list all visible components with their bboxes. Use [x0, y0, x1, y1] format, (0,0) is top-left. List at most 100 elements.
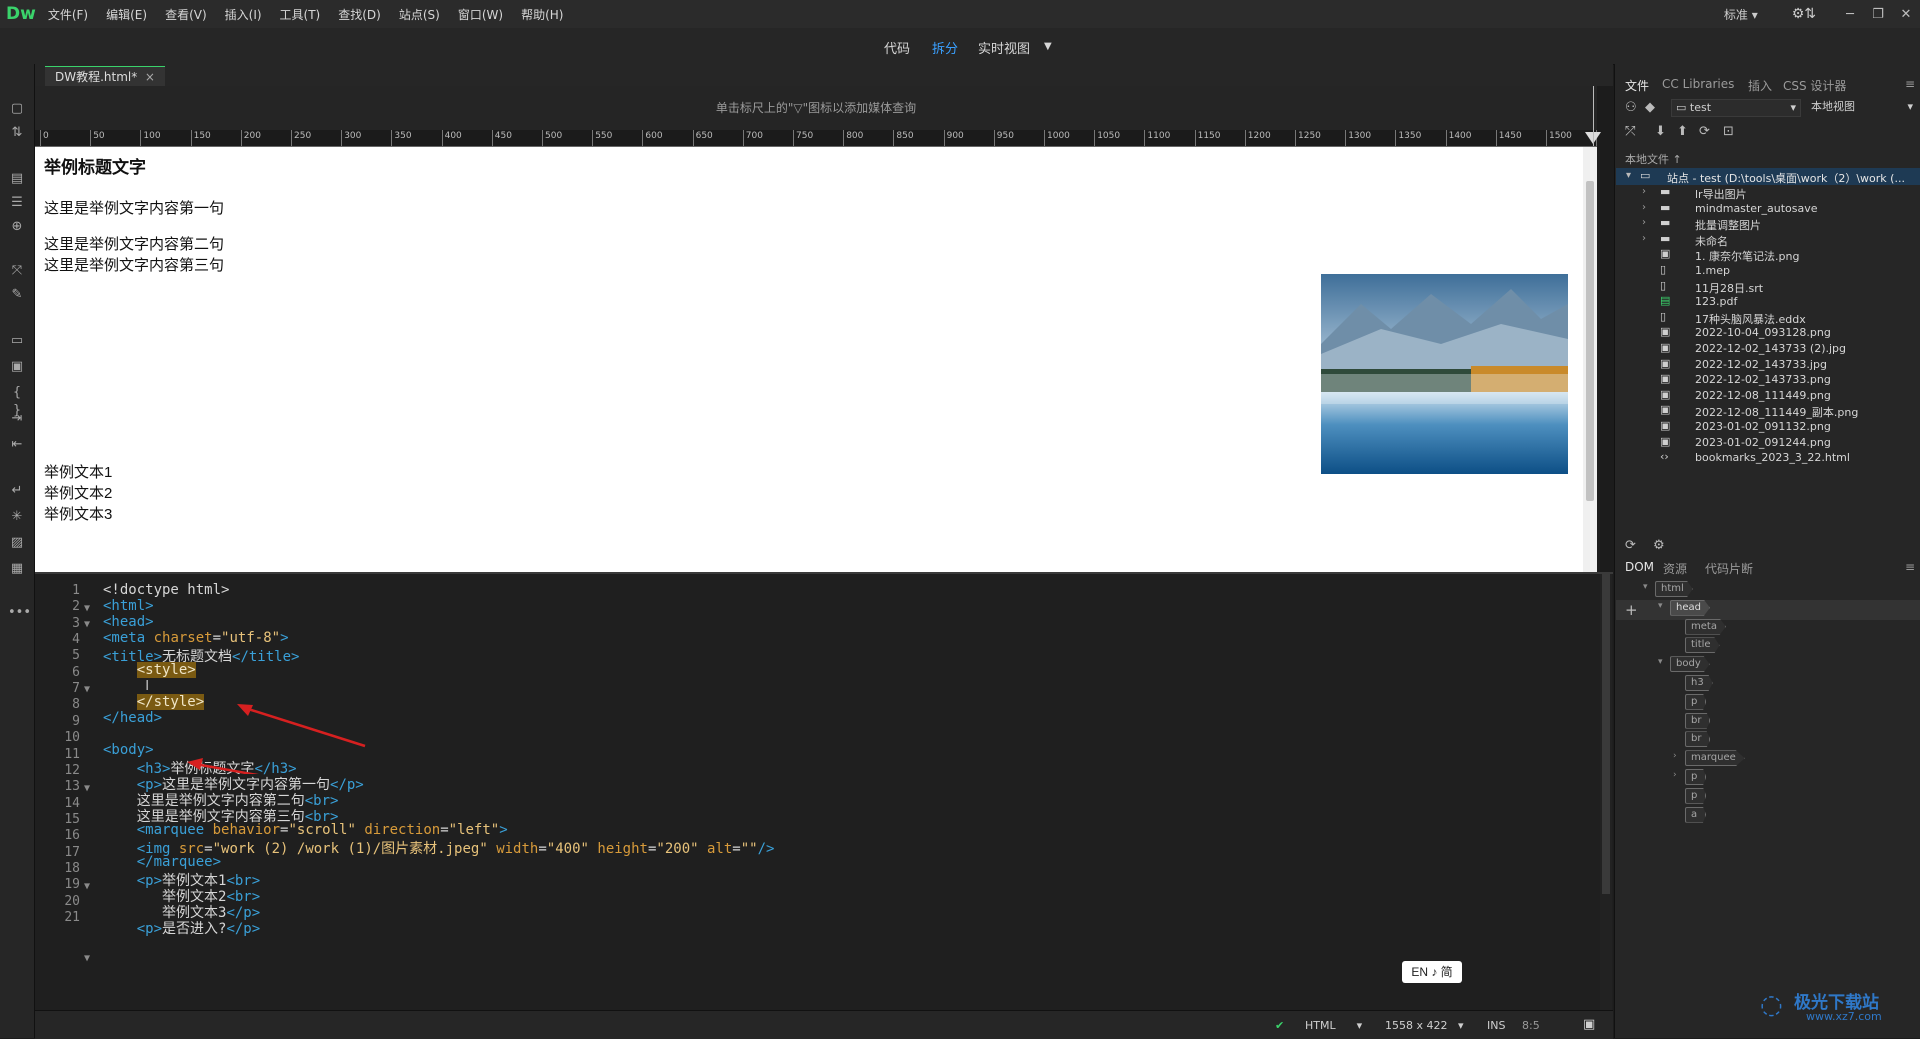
view-select[interactable]: 本地视图 ▾: [1811, 99, 1919, 115]
document-tab[interactable]: DW教程.html* ×: [45, 66, 165, 87]
sparkle-icon[interactable]: ✳: [8, 508, 26, 526]
git-icon[interactable]: ◆: [1645, 100, 1655, 115]
braces-icon[interactable]: { }: [8, 384, 26, 418]
server-icon[interactable]: ⚇: [1625, 100, 1637, 115]
site-select[interactable]: ▭ test ▾: [1671, 99, 1801, 117]
chevron-right-icon[interactable]: ›: [1642, 186, 1646, 197]
format-icon[interactable]: ☰: [8, 194, 26, 212]
log-icon[interactable]: ⚙: [1653, 538, 1665, 553]
file-list-item[interactable]: ▣ 2023-01-02_091244.png: [1615, 435, 1920, 451]
menu-view[interactable]: 查看(V): [165, 6, 207, 23]
chevron-down-icon[interactable]: ▾: [1626, 170, 1631, 181]
fold-arrow-icon[interactable]: ▼: [84, 953, 90, 964]
document-type-select[interactable]: HTML ▾: [1305, 1019, 1362, 1032]
file-list-item[interactable]: › ▬ 未命名: [1615, 232, 1920, 248]
landscape-image[interactable]: [1321, 274, 1568, 474]
file-list-item[interactable]: › ▬ mindmaster_autosave: [1615, 201, 1920, 217]
fold-arrow-icon[interactable]: ▼: [84, 881, 90, 892]
settings-icon[interactable]: ⚙⇅: [1792, 6, 1816, 22]
document-icon[interactable]: ▤: [8, 170, 26, 188]
ime-indicator[interactable]: EN ♪ 简: [1402, 961, 1462, 983]
code-scrollbar[interactable]: [1600, 574, 1612, 1010]
menu-edit[interactable]: 编辑(E): [106, 6, 147, 23]
menu-help[interactable]: 帮助(H): [521, 6, 563, 23]
site-root-row[interactable]: ▾ ▭ 站点 - test (D:\tools\桌面\work（2）\work …: [1616, 168, 1920, 185]
expand-icon[interactable]: ⊡: [1723, 124, 1734, 139]
chevron-down-icon[interactable]: ▾: [1658, 657, 1663, 667]
file-list-item[interactable]: ▣ 2022-12-02_143733 (2).jpg: [1615, 342, 1920, 357]
file-list-item[interactable]: › ▬ lr导出图片: [1615, 186, 1920, 202]
menu-insert[interactable]: 插入(I): [225, 6, 262, 23]
code-view-button[interactable]: 代码: [884, 38, 910, 57]
dom-node[interactable]: a: [1685, 806, 1707, 823]
preview-icon[interactable]: ▨: [8, 534, 26, 552]
file-list-item[interactable]: ▤ 123.pdf: [1615, 295, 1920, 310]
file-list-item[interactable]: ▣ 2022-12-08_111449_副本.png: [1615, 404, 1920, 420]
close-icon[interactable]: ✕: [1892, 7, 1920, 22]
design-scrollbar[interactable]: [1583, 147, 1597, 572]
dom-node[interactable]: br: [1685, 731, 1711, 748]
file-transfer-icon[interactable]: ⇅: [8, 124, 26, 142]
close-tab-icon[interactable]: ×: [145, 70, 155, 84]
design-view[interactable]: 举例标题文字 这里是举例文字内容第一句 这里是举例文字内容第二句 这里是举例文字…: [35, 147, 1597, 572]
tab-dom[interactable]: DOM: [1625, 560, 1654, 574]
expand-icon[interactable]: ⤧: [8, 262, 26, 280]
tab-snippets[interactable]: 代码片断: [1705, 560, 1753, 577]
chevron-down-icon[interactable]: ▾: [1658, 601, 1663, 611]
workspace-switcher[interactable]: 标准 ▾: [1724, 6, 1758, 23]
menu-site[interactable]: 站点(S): [399, 6, 440, 23]
file-list-item[interactable]: ‹› bookmarks_2023_3_22.html: [1615, 451, 1920, 466]
file-list-item[interactable]: ▣ 2022-12-08_111449.png: [1615, 388, 1920, 404]
chevron-right-icon[interactable]: ›: [1673, 770, 1677, 780]
tab-assets[interactable]: 资源: [1663, 560, 1687, 577]
structure-icon[interactable]: ▦: [8, 560, 26, 578]
menu-window[interactable]: 窗口(W): [458, 6, 503, 23]
insert-mode[interactable]: INS: [1487, 1019, 1505, 1032]
fold-arrow-icon[interactable]: ▼: [84, 783, 90, 794]
file-list-item[interactable]: ▯ 1.mep: [1615, 264, 1920, 279]
minimize-icon[interactable]: ─: [1836, 7, 1864, 22]
put-icon[interactable]: ⬆: [1677, 124, 1688, 139]
dom-node[interactable]: h3: [1685, 675, 1713, 691]
file-list-item[interactable]: ▣ 2022-12-02_143733.png: [1615, 373, 1920, 388]
file-list-item[interactable]: › ▬ 批量调整图片: [1615, 217, 1920, 233]
dom-node[interactable]: p: [1685, 693, 1707, 710]
new-document-icon[interactable]: ▢: [8, 100, 26, 118]
code-line[interactable]: </marquee>: [103, 854, 221, 870]
file-list-item[interactable]: ▣ 2023-01-02_091132.png: [1615, 420, 1920, 435]
outdent-icon[interactable]: ⇤: [8, 436, 26, 454]
media-query-bar[interactable]: 单击标尺上的"▽"图标以添加媒体查询: [35, 86, 1597, 130]
more-icon[interactable]: •••: [8, 604, 31, 622]
tab-cc-libraries[interactable]: CC Libraries: [1662, 77, 1734, 91]
window-size-select[interactable]: 1558 x 422 ▾: [1385, 1019, 1464, 1032]
panel-menu-icon[interactable]: ≡: [1905, 77, 1915, 91]
comment-icon[interactable]: ▭: [8, 332, 26, 350]
snippet-icon[interactable]: ▣: [8, 358, 26, 376]
file-list-item[interactable]: ▣ 1. 康奈尔笔记法.png: [1615, 248, 1920, 264]
file-list-item[interactable]: ▣ 2022-12-02_143733.jpg: [1615, 357, 1920, 373]
local-files-header[interactable]: 本地文件 ↑: [1625, 151, 1682, 167]
chevron-right-icon[interactable]: ›: [1673, 751, 1677, 761]
code-view[interactable]: 1 2 3 4 5 6 7 8 9 10 11 12 13 14 15 16 17 18 19 20 21 ▼ ▼ ▼ …: [35, 574, 1613, 1010]
dom-node[interactable]: head: [1670, 599, 1710, 616]
target-icon[interactable]: ⊕: [8, 218, 26, 236]
chevron-down-icon[interactable]: ▾: [1643, 582, 1648, 592]
chevron-down-icon[interactable]: ▼: [1044, 41, 1052, 52]
add-element-icon[interactable]: +: [1625, 601, 1638, 619]
panel-menu-icon[interactable]: ≡: [1905, 560, 1915, 574]
chevron-right-icon[interactable]: ›: [1642, 202, 1646, 213]
indent-icon[interactable]: ⇥: [8, 410, 26, 428]
preview-icon[interactable]: ▣: [1583, 1017, 1595, 1032]
refresh-icon[interactable]: ⟳: [1625, 538, 1636, 553]
dom-node[interactable]: meta: [1685, 618, 1726, 635]
file-list-item[interactable]: ▣ 2022-10-04_093128.png: [1615, 326, 1920, 341]
dom-node[interactable]: html: [1655, 581, 1693, 597]
file-list-item[interactable]: ▯ 17种头脑风暴法.eddx: [1615, 310, 1920, 326]
split-view-button[interactable]: 拆分: [932, 38, 958, 57]
code-scroll-thumb[interactable]: [1602, 574, 1610, 894]
dom-node[interactable]: p: [1685, 769, 1707, 785]
restore-icon[interactable]: ❐: [1864, 7, 1892, 22]
tab-files[interactable]: 文件: [1625, 77, 1649, 94]
design-scroll-thumb[interactable]: [1586, 181, 1594, 501]
disconnect-icon[interactable]: ⤱: [1625, 124, 1635, 139]
